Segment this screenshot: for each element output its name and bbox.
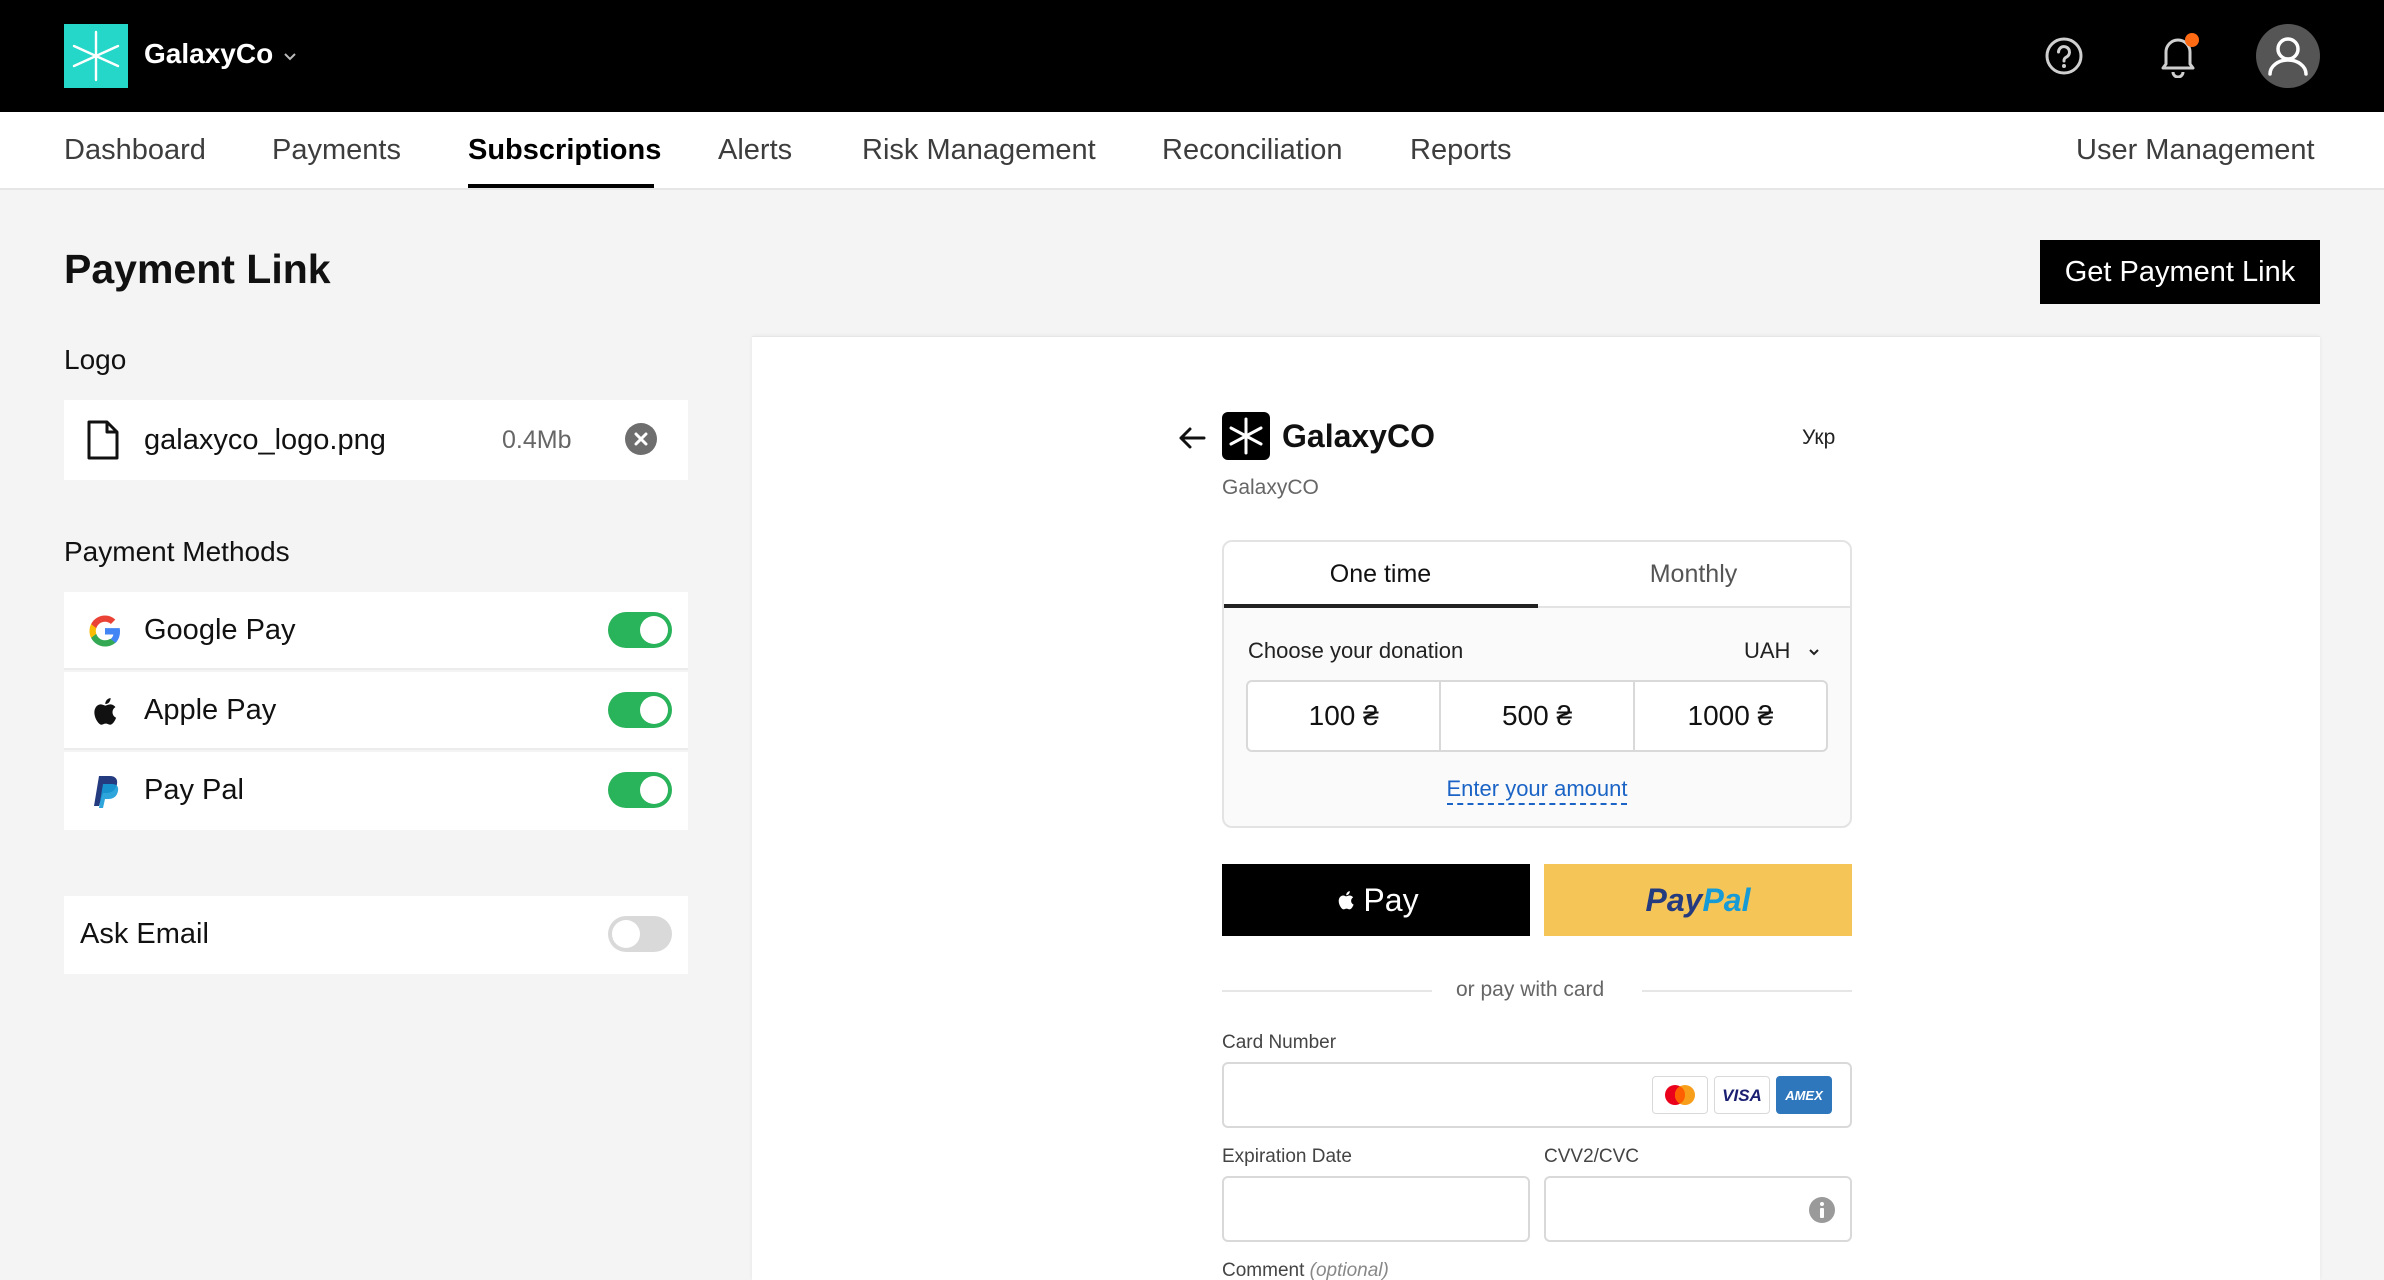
google-pay-toggle[interactable] — [608, 612, 672, 648]
apple-pay-button[interactable]: Pay — [1222, 864, 1530, 936]
google-icon — [89, 615, 120, 647]
merchant-name: GalaxyCO — [1282, 418, 1435, 454]
cvv-input[interactable] — [1544, 1176, 1852, 1242]
amex-icon: AMEX — [1776, 1076, 1832, 1114]
amount-option-500[interactable]: 500 ₴ — [1441, 682, 1635, 750]
toggle-knob — [640, 696, 668, 724]
nav-reports[interactable]: Reports — [1410, 134, 1512, 167]
payment-method-label: Apple Pay — [144, 694, 277, 726]
nav-reconciliation[interactable]: Reconciliation — [1162, 134, 1343, 167]
toggle-knob — [640, 776, 668, 804]
top-bar: GalaxyCo — [0, 0, 2384, 112]
apple-icon — [94, 698, 117, 725]
nav-risk-management[interactable]: Risk Management — [862, 134, 1096, 167]
donation-box: One time Monthly Choose your donation UA… — [1222, 540, 1852, 828]
divider-right — [1642, 990, 1852, 992]
card-number-input[interactable]: VISA AMEX — [1222, 1062, 1852, 1128]
apple-pay-toggle[interactable] — [608, 692, 672, 728]
info-icon[interactable] — [1808, 1196, 1836, 1224]
amount-option-1000[interactable]: 1000 ₴ — [1635, 682, 1826, 750]
tab-one-time[interactable]: One time — [1224, 560, 1537, 589]
amount-options: 100 ₴ 500 ₴ 1000 ₴ — [1246, 680, 1828, 752]
comment-label-text: Comment — [1222, 1260, 1305, 1280]
paypal-icon — [94, 776, 119, 808]
currency-select[interactable]: UAH — [1744, 638, 1790, 664]
language-switch[interactable]: Укр — [1802, 426, 1835, 450]
nav-dashboard[interactable]: Dashboard — [64, 134, 206, 167]
logo-file-card: galaxyco_logo.png 0.4Mb — [64, 400, 688, 480]
help-icon[interactable] — [2044, 36, 2084, 76]
amount-option-100[interactable]: 100 ₴ — [1248, 682, 1442, 750]
logo-file-size: 0.4Mb — [502, 426, 572, 454]
chevron-down-icon[interactable] — [1806, 644, 1822, 660]
paypal-wordmark-pay: Pay — [1645, 881, 1703, 918]
visa-icon: VISA — [1714, 1076, 1770, 1114]
cvv-label: CVV2/CVC — [1544, 1146, 1640, 1167]
payment-method-label: Google Pay — [144, 614, 296, 646]
remove-file-icon[interactable] — [624, 422, 658, 456]
active-tab-indicator — [468, 184, 654, 188]
amex-text: AMEX — [1784, 1088, 1824, 1103]
brand-name[interactable]: GalaxyCo — [144, 38, 273, 70]
bell-icon[interactable] — [2156, 32, 2200, 78]
back-arrow-icon[interactable] — [1176, 422, 1208, 454]
comment-optional-text: (optional) — [1309, 1260, 1389, 1280]
nav-user-management[interactable]: User Management — [2076, 134, 2315, 167]
paypal-button[interactable]: PayPal — [1544, 864, 1852, 936]
tab-underline — [1224, 604, 1538, 608]
card-number-label: Card Number — [1222, 1032, 1337, 1053]
mastercard-icon — [1652, 1076, 1708, 1114]
paypal-toggle[interactable] — [608, 772, 672, 808]
file-icon — [87, 420, 119, 460]
nav-subscriptions[interactable]: Subscriptions — [468, 134, 661, 167]
nav-alerts[interactable]: Alerts — [718, 134, 792, 167]
get-payment-link-button[interactable]: Get Payment Link — [2040, 240, 2320, 304]
expiration-date-input[interactable] — [1222, 1176, 1530, 1242]
expiration-date-label: Expiration Date — [1222, 1146, 1352, 1167]
apple-pay-label: Pay — [1363, 881, 1419, 918]
user-avatar-icon[interactable] — [2256, 24, 2320, 88]
divider-left — [1222, 990, 1432, 992]
payment-method-paypal: Pay Pal — [64, 752, 688, 830]
ask-email-label: Ask Email — [80, 918, 209, 950]
or-pay-with-card-text: or pay with card — [1456, 978, 1605, 1001]
paypal-wordmark-pal: Pal — [1702, 881, 1751, 918]
toggle-knob — [612, 920, 640, 948]
apple-icon — [1339, 891, 1355, 910]
enter-amount-link[interactable]: Enter your amount — [1446, 776, 1628, 805]
toggle-knob — [640, 616, 668, 644]
payment-method-label: Pay Pal — [144, 774, 244, 806]
notification-dot — [2185, 33, 2199, 47]
payment-method-apple-pay: Apple Pay — [64, 672, 688, 750]
frequency-tabs: One time Monthly — [1224, 542, 1850, 608]
tab-monthly[interactable]: Monthly — [1537, 560, 1850, 589]
page-title: Payment Link — [64, 246, 331, 292]
ask-email-row: Ask Email — [64, 896, 688, 974]
visa-text: VISA — [1722, 1086, 1762, 1105]
nav-payments[interactable]: Payments — [272, 134, 401, 167]
payment-methods-label: Payment Methods — [64, 536, 290, 567]
payment-method-google-pay: Google Pay — [64, 592, 688, 670]
enter-amount-link-wrapper: Enter your amount — [1224, 776, 1850, 805]
ask-email-toggle[interactable] — [608, 916, 672, 952]
logo-section-label: Logo — [64, 344, 127, 375]
chevron-down-icon[interactable] — [280, 46, 300, 66]
merchant-logo-icon — [1222, 412, 1270, 460]
choose-donation-label: Choose your donation — [1248, 638, 1464, 663]
merchant-subtitle: GalaxyCO — [1222, 476, 1319, 499]
main-nav: Dashboard Payments Subscriptions Alerts … — [0, 112, 2384, 190]
comment-label: Comment (optional) — [1222, 1260, 1389, 1280]
logo-file-name: galaxyco_logo.png — [144, 424, 386, 456]
galaxyco-logo-icon[interactable] — [64, 24, 128, 88]
